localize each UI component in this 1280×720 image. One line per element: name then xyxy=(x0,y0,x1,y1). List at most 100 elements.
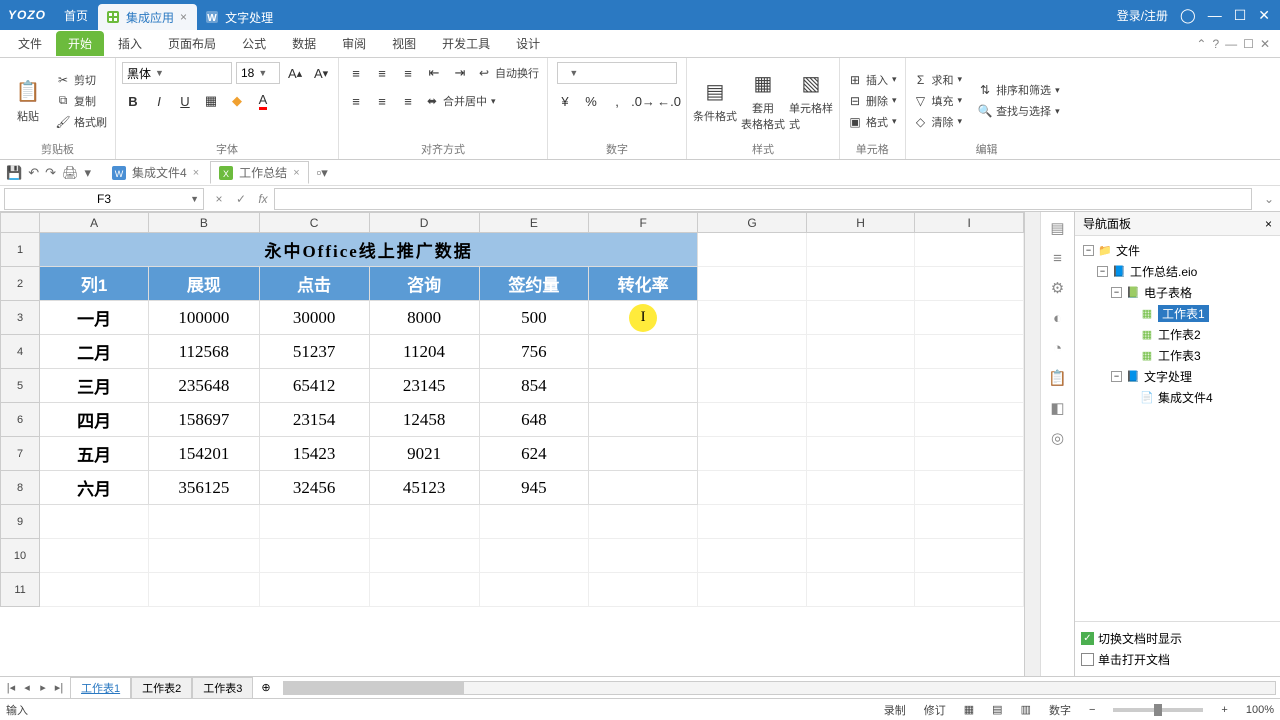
tree-root[interactable]: −📁文件 xyxy=(1079,240,1276,261)
close2-icon[interactable]: ✕ xyxy=(1260,37,1270,51)
empty-cell[interactable] xyxy=(915,573,1024,607)
file-tab-1[interactable]: W 集成文件4 × xyxy=(103,161,208,184)
empty-cell[interactable] xyxy=(369,539,479,573)
cancel-formula-icon[interactable]: × xyxy=(208,192,230,206)
view-break-icon[interactable]: ▥ xyxy=(1021,703,1031,716)
zoom-out-icon[interactable]: − xyxy=(1089,704,1095,716)
data-cell[interactable]: 23154 xyxy=(259,403,369,437)
zoom-value[interactable]: 100% xyxy=(1246,704,1274,716)
col-header[interactable]: H xyxy=(806,213,915,233)
fill-color-button[interactable]: ◆ xyxy=(226,90,248,112)
number-format-combo[interactable]: ▼ xyxy=(557,62,677,84)
data-cell[interactable]: 六月 xyxy=(40,471,149,505)
empty-cell[interactable] xyxy=(479,539,588,573)
save-icon[interactable]: 💾 xyxy=(6,165,22,181)
data-cell[interactable]: 51237 xyxy=(259,335,369,369)
col-header[interactable]: I xyxy=(915,213,1024,233)
help-icon[interactable]: ? xyxy=(1212,37,1219,51)
empty-cell[interactable] xyxy=(369,573,479,607)
data-cell[interactable]: 500 xyxy=(479,301,588,335)
cut-button[interactable]: ✂剪切 xyxy=(54,71,109,89)
file-tab-2[interactable]: X 工作总结 × xyxy=(210,161,308,184)
view-page-icon[interactable]: ▤ xyxy=(992,703,1002,716)
col-header[interactable]: E xyxy=(479,213,588,233)
empty-cell[interactable] xyxy=(806,505,915,539)
find-select-button[interactable]: 🔍查找与选择▾ xyxy=(976,102,1062,120)
empty-cell[interactable] xyxy=(479,573,588,607)
col-header[interactable]: G xyxy=(698,213,807,233)
data-cell[interactable] xyxy=(589,403,698,437)
close-window-icon[interactable]: ✕ xyxy=(1258,7,1270,24)
clock-icon[interactable]: ◔ xyxy=(1048,338,1068,358)
font-color-button[interactable]: A xyxy=(252,90,274,112)
row-header[interactable]: 3 xyxy=(1,301,40,335)
bold-button[interactable]: B xyxy=(122,90,144,112)
header-cell[interactable]: 点击 xyxy=(259,267,369,301)
vertical-scrollbar[interactable] xyxy=(1024,212,1040,676)
outline-icon[interactable]: ≡ xyxy=(1048,248,1068,268)
col-header[interactable]: A xyxy=(40,213,149,233)
tab-formula[interactable]: 公式 xyxy=(230,31,278,56)
tab-review[interactable]: 审阅 xyxy=(330,31,378,56)
sum-button[interactable]: Σ求和▾ xyxy=(912,71,965,89)
tab-layout[interactable]: 页面布局 xyxy=(156,31,228,56)
max2-icon[interactable]: ☐ xyxy=(1243,37,1254,51)
tree-item[interactable]: −📘工作总结.eio xyxy=(1079,261,1276,282)
data-cell[interactable]: 65412 xyxy=(259,369,369,403)
empty-cell[interactable] xyxy=(915,539,1024,573)
tool3-icon[interactable]: ◎ xyxy=(1048,428,1068,448)
data-cell[interactable]: 23145 xyxy=(369,369,479,403)
empty-cell[interactable] xyxy=(259,539,369,573)
row-header[interactable]: 9 xyxy=(1,505,40,539)
data-cell[interactable]: 356125 xyxy=(149,471,259,505)
tab-home[interactable]: 开始 xyxy=(56,31,104,56)
status-record[interactable]: 录制 xyxy=(884,702,906,718)
data-cell[interactable]: 45123 xyxy=(369,471,479,505)
indent-inc-icon[interactable]: ⇥ xyxy=(449,62,471,84)
zoom-slider[interactable] xyxy=(1113,708,1203,712)
data-cell[interactable]: 32456 xyxy=(259,471,369,505)
sheet-prev-icon[interactable]: ◂ xyxy=(20,681,34,694)
data-cell[interactable]: 112568 xyxy=(149,335,259,369)
empty-cell[interactable] xyxy=(698,539,807,573)
minimize-icon[interactable]: — xyxy=(1208,7,1222,23)
tool1-icon[interactable]: ◐ xyxy=(1048,308,1068,328)
data-cell[interactable]: 154201 xyxy=(149,437,259,471)
tab-file[interactable]: 文件 xyxy=(6,31,54,56)
font-name-combo[interactable]: 黑体▼ xyxy=(122,62,232,84)
new-file-icon[interactable]: ▫▾ xyxy=(317,165,328,181)
sort-filter-button[interactable]: ⇅排序和筛选▾ xyxy=(976,81,1062,99)
name-box[interactable]: F3▼ xyxy=(4,188,204,210)
cell-style-button[interactable]: ▧单元格样式 xyxy=(789,70,833,132)
row-header[interactable]: 1 xyxy=(1,233,40,267)
spreadsheet-grid[interactable]: ABCDEFGHI1永中Office线上推广数据2列1展现点击咨询签约量转化率3… xyxy=(0,212,1024,676)
cond-format-button[interactable]: ▤条件格式 xyxy=(693,78,737,124)
data-cell[interactable] xyxy=(589,369,698,403)
data-cell[interactable]: 二月 xyxy=(40,335,149,369)
data-cell[interactable]: 30000 xyxy=(259,301,369,335)
empty-cell[interactable] xyxy=(259,505,369,539)
formula-input[interactable] xyxy=(274,188,1252,210)
insert-cells-button[interactable]: ⊞插入▾ xyxy=(846,71,899,89)
empty-cell[interactable] xyxy=(806,573,915,607)
col-header[interactable]: C xyxy=(259,213,369,233)
empty-cell[interactable] xyxy=(698,573,807,607)
nav-panel-icon[interactable]: ▤ xyxy=(1048,218,1068,238)
inc-decimal-icon[interactable]: .0→ xyxy=(632,90,654,112)
sheet-tab-1[interactable]: 工作表1 xyxy=(70,677,131,698)
empty-cell[interactable] xyxy=(149,539,259,573)
maximize-icon[interactable]: ☐ xyxy=(1234,7,1247,24)
comma-icon[interactable]: , xyxy=(606,90,628,112)
close-icon[interactable]: × xyxy=(293,167,299,179)
close-icon[interactable]: × xyxy=(180,10,187,24)
view-normal-icon[interactable]: ▦ xyxy=(964,703,974,716)
currency-icon[interactable]: ¥ xyxy=(554,90,576,112)
data-cell[interactable]: 8000 xyxy=(369,301,479,335)
print-icon[interactable]: 🖨 xyxy=(62,165,79,181)
fill-button[interactable]: ▽填充▾ xyxy=(912,92,965,110)
dec-decimal-icon[interactable]: ←.0 xyxy=(658,90,680,112)
align-center-icon[interactable]: ≡ xyxy=(371,90,393,112)
tree-item[interactable]: ▦工作表2 xyxy=(1079,324,1276,345)
delete-cells-button[interactable]: ⊟删除▾ xyxy=(846,92,899,110)
tool2-icon[interactable]: ◧ xyxy=(1048,398,1068,418)
